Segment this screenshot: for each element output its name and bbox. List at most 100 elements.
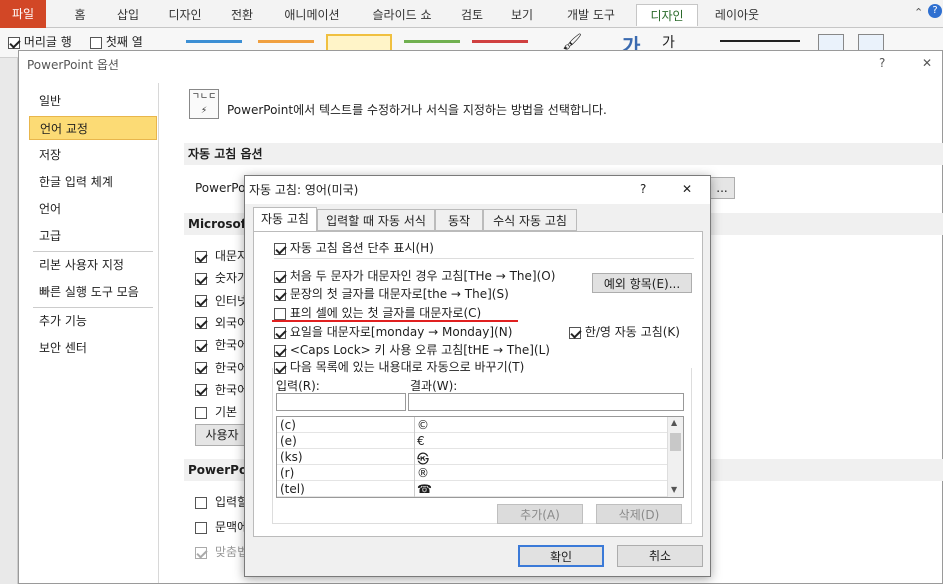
microsoft-option[interactable]: 숫자가 <box>195 269 248 286</box>
options-help-button[interactable]: ? <box>879 56 885 70</box>
dialog-help-button[interactable]: ? <box>640 182 646 196</box>
tab-home[interactable]: 홈 <box>62 4 98 26</box>
tab-autocorrect[interactable]: 자동 고침 <box>253 207 317 232</box>
replace-list-row[interactable]: (tel) ☎ <box>277 481 667 497</box>
tab-design[interactable]: 디자인 <box>160 4 210 26</box>
microsoft-option[interactable]: 대문자 <box>195 247 248 264</box>
table-cell-checkbox[interactable] <box>274 307 286 320</box>
scroll-down-icon[interactable]: ▼ <box>671 485 677 494</box>
nav-trust-center[interactable]: 보안 센터 <box>29 336 157 360</box>
opt-hanyoung[interactable]: 한/영 자동 고침(K) <box>569 323 680 340</box>
show-buttons-checkbox[interactable] <box>274 242 286 255</box>
header-row-option[interactable]: 머리글 행 <box>8 33 72 50</box>
nav-korean-ime[interactable]: 한글 입력 체계 <box>29 170 157 194</box>
ribbon-collapse-icon[interactable]: ⌃ <box>914 6 923 19</box>
powerpoint-option[interactable]: 맞춤법 <box>195 543 248 560</box>
scroll-thumb[interactable] <box>670 433 681 451</box>
replace-list-row[interactable]: (r) ® <box>277 465 667 481</box>
tab-file[interactable]: 파일 <box>0 0 46 28</box>
scroll-up-icon[interactable]: ▲ <box>671 418 677 427</box>
pen-style-icon[interactable] <box>720 40 800 42</box>
replace-list-row[interactable]: (e) € <box>277 433 667 449</box>
microsoft-option[interactable]: 인터넷 <box>195 292 248 309</box>
opt-table-cell[interactable]: 표의 셀에 있는 첫 글자를 대문자로(C) <box>274 304 481 321</box>
nav-proofing[interactable]: 언어 교정 <box>29 116 157 140</box>
tab-table-layout[interactable]: 레이아웃 <box>702 4 772 26</box>
first-sentence-checkbox[interactable] <box>274 288 286 301</box>
options-close-button[interactable]: ✕ <box>922 56 932 70</box>
tab-animations[interactable]: 애니메이션 <box>272 4 352 26</box>
microsoft-option[interactable]: 기본 <box>195 403 237 420</box>
hanyoung-checkbox[interactable] <box>569 326 581 339</box>
replace-list-row[interactable]: (c) © <box>277 417 667 433</box>
opt-show-buttons[interactable]: 자동 고침 옵션 단추 표시(H) <box>274 239 434 256</box>
days-checkbox[interactable] <box>274 326 286 339</box>
options-title: PowerPoint 옵션 <box>27 58 119 72</box>
nav-addins[interactable]: 추가 기능 <box>29 309 157 333</box>
tab-math-autocorrect[interactable]: 수식 자동 고침 <box>483 209 577 231</box>
add-button[interactable]: 추가(A) <box>497 504 583 524</box>
opt-two-initial-caps[interactable]: 처음 두 문자가 대문자인 경우 고침[THe → The](O) <box>274 267 555 284</box>
first-col-checkbox[interactable] <box>90 36 102 49</box>
replace-value: € <box>417 434 425 448</box>
microsoft-option-checkbox[interactable] <box>195 339 207 352</box>
opt-capslock[interactable]: <Caps Lock> 키 사용 오류 고침[tHE → The](L) <box>274 341 550 358</box>
microsoft-option[interactable]: 한국어 <box>195 359 248 376</box>
powerpoint-option-checkbox[interactable] <box>195 546 207 559</box>
tab-table-design[interactable]: 디자인 <box>636 4 698 26</box>
ribbon-tab-bar: 파일 홈 삽입 디자인 전환 애니메이션 슬라이드 쇼 검토 보기 개발 도구 … <box>0 0 943 28</box>
tab-developer[interactable]: 개발 도구 <box>556 4 626 26</box>
replace-list-row[interactable]: (ks) ㉿ <box>277 449 667 466</box>
text-fill-icon[interactable]: 가 <box>662 32 675 52</box>
microsoft-option[interactable]: 한국어 <box>195 336 248 353</box>
tab-slideshow[interactable]: 슬라이드 쇼 <box>362 4 442 26</box>
tab-actions[interactable]: 동작 <box>435 209 483 231</box>
input-field[interactable] <box>276 393 406 411</box>
microsoft-option[interactable]: 한국어 <box>195 381 248 398</box>
microsoft-option-checkbox[interactable] <box>195 295 207 308</box>
autocorrect-options-button[interactable]: ... <box>709 177 735 199</box>
microsoft-option[interactable]: 외국어 <box>195 314 248 331</box>
opt-days[interactable]: 요일을 대문자로[monday → Monday](N) <box>274 323 512 340</box>
microsoft-option-checkbox[interactable] <box>195 384 207 397</box>
powerpoint-option-checkbox[interactable] <box>195 521 207 534</box>
microsoft-option-checkbox[interactable] <box>195 406 207 419</box>
result-field[interactable] <box>408 393 684 411</box>
opt-first-sentence[interactable]: 문장의 첫 글자를 대문자로[the → The](S) <box>274 285 509 302</box>
microsoft-option-checkbox[interactable] <box>195 362 207 374</box>
microsoft-option-checkbox[interactable] <box>195 272 207 285</box>
user-dictionary-button[interactable]: 사용자 <box>195 424 249 446</box>
dialog-title: 자동 고침: 영어(미국) <box>249 183 359 197</box>
nav-quick-access[interactable]: 빠른 실행 도구 모음 <box>29 280 157 304</box>
powerpoint-option[interactable]: 입력할 <box>195 493 248 510</box>
microsoft-option-checkbox[interactable] <box>195 250 207 263</box>
delete-button[interactable]: 삭제(D) <box>596 504 682 524</box>
tab-transitions[interactable]: 전환 <box>222 4 262 26</box>
tab-insert[interactable]: 삽입 <box>108 4 148 26</box>
dialog-close-button[interactable]: ✕ <box>682 182 692 196</box>
nav-save[interactable]: 저장 <box>29 143 157 167</box>
tab-autoformat-as-you-type[interactable]: 입력할 때 자동 서식 <box>317 209 435 231</box>
capslock-checkbox[interactable] <box>274 344 286 357</box>
shading-icon[interactable]: 🖌 <box>562 32 582 51</box>
ok-button[interactable]: 확인 <box>518 545 604 567</box>
help-icon[interactable]: ? <box>928 4 942 18</box>
exceptions-button[interactable]: 예외 항목(E)... <box>592 273 692 293</box>
microsoft-option-checkbox[interactable] <box>195 317 207 330</box>
tab-review[interactable]: 검토 <box>452 4 492 26</box>
two-initial-caps-checkbox[interactable] <box>274 270 286 283</box>
tab-view[interactable]: 보기 <box>502 4 542 26</box>
nav-language[interactable]: 언어 <box>29 197 157 221</box>
list-scrollbar[interactable]: ▲ ▼ <box>667 417 683 497</box>
powerpoint-option-checkbox[interactable] <box>195 496 207 509</box>
header-row-checkbox[interactable] <box>8 36 20 49</box>
first-col-option[interactable]: 첫째 열 <box>90 33 143 50</box>
nav-customize-ribbon[interactable]: 리본 사용자 지정 <box>29 253 157 277</box>
replace-key: (r) <box>280 466 295 480</box>
proofing-icon: ㄱㄴㄷ ⚡ <box>189 89 219 119</box>
replace-list[interactable]: (c) © (e) € (ks) ㉿ (r) ® (tel) ☎ ▲ ▼ <box>276 416 684 498</box>
nav-advanced[interactable]: 고급 <box>29 224 157 248</box>
cancel-button[interactable]: 취소 <box>617 545 703 567</box>
nav-general[interactable]: 일반 <box>29 89 157 113</box>
powerpoint-option[interactable]: 문맥에 <box>195 518 248 535</box>
